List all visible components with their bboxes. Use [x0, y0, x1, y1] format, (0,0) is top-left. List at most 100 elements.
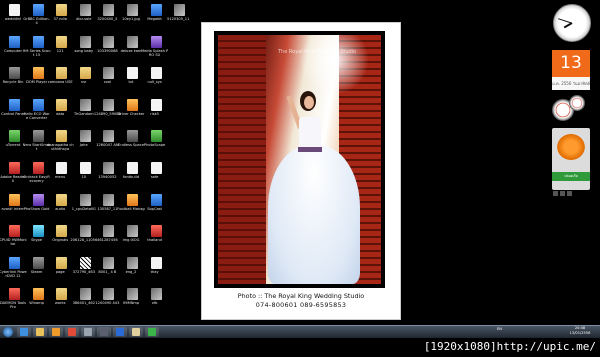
desktop-icon[interactable]: Football Manag	[117, 193, 145, 218]
desktop-icon[interactable]: 130587_11	[96, 193, 118, 218]
desktop-icon[interactable]: Skype	[26, 225, 48, 249]
desktop-icon[interactable]: thailand	[144, 225, 166, 249]
desktop-icon[interactable]: DOM Player	[26, 67, 48, 91]
desktop-icon-label: risk5	[150, 111, 159, 116]
desktop-icon[interactable]: Endless Space	[118, 130, 144, 154]
desktop-icon[interactable]: works	[49, 288, 71, 312]
desktop-icon[interactable]: GrBBC Edition-4	[23, 4, 50, 28]
desktop-icon[interactable]: Adobe Reader X	[0, 162, 26, 186]
desktop-icon[interactable]: HM Series Scout 15	[23, 35, 51, 60]
desktop-icon-image	[103, 98, 115, 111]
desktop-icon[interactable]: 103390068	[96, 35, 118, 60]
desktop-icon[interactable]: audio	[49, 193, 71, 218]
desktop-icon[interactable]: doanapatha chuthidhaya	[47, 130, 74, 154]
desktop-icon[interactable]: risk5	[144, 98, 166, 123]
desktop-icon[interactable]: Recycle Bin	[2, 67, 24, 91]
desktop-icon-image	[9, 225, 20, 238]
taskbar-button[interactable]	[129, 327, 143, 337]
desktop-icon[interactable]: 3200400_5	[96, 4, 118, 28]
desktop-icon[interactable]: img_2	[120, 256, 142, 281]
desktop-icon[interactable]: Media Splash PRO SU	[141, 35, 168, 60]
desktop-icon[interactable]: Control Panel	[1, 98, 25, 123]
desktop-icon[interactable]: ThGandom	[73, 98, 95, 123]
desktop-icon[interactable]: uTorrent	[2, 130, 24, 154]
desktop-icon[interactable]: IHIMNmp	[120, 288, 142, 312]
desktop-icon[interactable]: 10	[73, 162, 95, 186]
desktop-icon[interactable]: 121	[49, 35, 71, 60]
taskbar-button[interactable]	[49, 327, 63, 337]
desktop-icon[interactable]: dior-sale	[73, 4, 95, 28]
desktop-icon[interactable]: CPUID HWMonitor	[0, 225, 27, 249]
taskbar-button[interactable]	[17, 327, 31, 337]
desktop-icon[interactable]: comoana USE	[48, 67, 73, 91]
desktop-icon-image	[9, 193, 20, 206]
desktop-icon[interactable]: 5120305_11	[167, 4, 189, 28]
desktop-icon-image	[127, 225, 138, 238]
avast-gadget[interactable]: ปลอดภัย	[552, 128, 590, 196]
desktop-icon-image	[9, 98, 20, 111]
desktop-icon-image	[103, 256, 115, 269]
desktop-icon[interactable]: 37 ndia	[49, 4, 71, 28]
language-indicator[interactable]: EN	[497, 327, 502, 331]
desktop-icon[interactable]: Hello ECO Ware Converter	[24, 98, 50, 123]
photo-caption: Photo :: The Royal King Wedding Studio 0…	[202, 292, 400, 310]
desktop-icon[interactable]: null_sys	[144, 67, 166, 91]
taskbar-button[interactable]	[113, 327, 127, 337]
taskbar-button[interactable]	[97, 327, 111, 337]
taskbar-clock[interactable]: 20:48 13/01/2556	[566, 326, 594, 336]
desktop-icon[interactable]: DAEMON Tools Pro	[0, 288, 26, 312]
desktop-icon[interactable]: safe	[144, 162, 166, 186]
desktop-icon[interactable]: menu	[49, 162, 71, 186]
desktop-icon[interactable]: img IXOG	[120, 225, 142, 249]
desktop-icon[interactable]: PhotoScape	[144, 130, 166, 154]
desktop-icon[interactable]: 372790_463	[73, 256, 95, 281]
taskbar-button[interactable]	[145, 327, 159, 337]
desktop-icon[interactable]: Ontrack EasyRecovery	[23, 162, 50, 186]
desktop-icon[interactable]: 206128_11056	[70, 225, 97, 249]
desktop-icon[interactable]: song baby	[73, 35, 95, 60]
desktop-icon[interactable]: 13940052	[96, 162, 118, 186]
taskbar-button[interactable]	[81, 327, 95, 337]
avast-scan-button[interactable]	[553, 191, 558, 196]
taskbar-button[interactable]	[33, 327, 47, 337]
desktop-icon[interactable]: xfb	[144, 288, 166, 312]
desktop-icon[interactable]: cool	[96, 67, 118, 91]
desktop-icon[interactable]: Driver Checker	[118, 98, 144, 123]
desktop-icon[interactable]: vsr	[73, 67, 95, 91]
desktop-icon[interactable]: Originals	[49, 225, 71, 249]
desktop-icon[interactable]: 1260047 AN	[96, 130, 119, 154]
desktop-icon[interactable]: Winamp	[26, 288, 48, 312]
avast-settings-button[interactable]	[567, 191, 572, 196]
desktop-icon[interactable]: Megabit	[144, 4, 166, 28]
desktop-icon[interactable]: Steam	[26, 256, 48, 281]
cpu-meter-gadget[interactable]	[552, 95, 590, 123]
explorer-icon	[36, 328, 44, 336]
desktop-icon[interactable]: data	[49, 98, 71, 123]
desktop-icon[interactable]: 461287456	[96, 225, 118, 249]
clock-gadget[interactable]	[553, 4, 591, 42]
desktop-icon[interactable]: txt	[120, 67, 142, 91]
desktop-icon[interactable]: SopCast	[144, 193, 166, 218]
desktop-icon[interactable]: 386401_462	[73, 288, 95, 312]
desktop-icon[interactable]: thay	[144, 256, 166, 281]
desktop-icon[interactable]: Jahe	[73, 130, 95, 154]
desktop-icon[interactable]: 8001_ 4 B	[96, 256, 118, 281]
desktop-icon[interactable]: page	[49, 256, 71, 281]
desktop-icon[interactable]: 124890_59080	[94, 98, 121, 123]
taskbar-button[interactable]	[65, 327, 79, 337]
desktop-icon-image	[103, 4, 115, 16]
avast-update-button[interactable]	[560, 191, 565, 196]
desktop-icon[interactable]: deluxe kam	[120, 35, 142, 60]
desktop-icon[interactable]: PhoShow Gold	[24, 193, 49, 218]
calendar-gadget[interactable]: 13 ม.ค. 2556 วันอาทิตย์	[552, 50, 590, 90]
desktop-icon[interactable]: 1_cpuDetailG	[72, 193, 96, 218]
desktop-icon[interactable]: avast! Intern	[1, 193, 25, 218]
desktop-icon[interactable]: 1200490 443	[95, 288, 119, 312]
desktop-icon[interactable]: fontbuild	[120, 162, 142, 186]
desktop-icon[interactable]: Cyberlink PowerDVD 12	[0, 256, 27, 281]
desktop-icon[interactable]: 10ey1.jpg	[120, 4, 142, 28]
desktop-icon[interactable]: wedddinl	[2, 4, 24, 28]
desktop-icon[interactable]: Nero StartSmart	[23, 130, 51, 154]
desktop-icon[interactable]: Computer	[2, 35, 24, 60]
start-button[interactable]	[3, 327, 13, 337]
